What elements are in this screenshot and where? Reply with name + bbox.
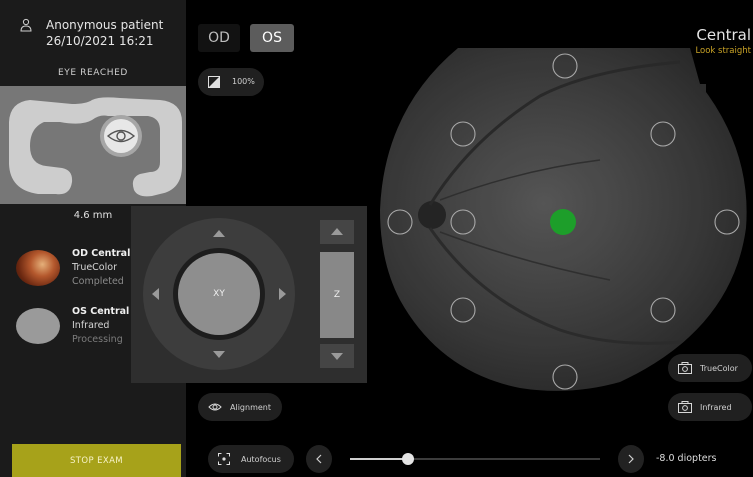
scan-thumbnail-od[interactable] <box>16 250 60 286</box>
scan-thumbnail-os[interactable] <box>16 308 60 344</box>
down-arrow-icon[interactable] <box>213 351 225 358</box>
focus-increase-button[interactable] <box>618 445 644 473</box>
camera-icon <box>678 362 692 374</box>
chevron-up-icon <box>331 228 343 235</box>
alignment-label: Alignment <box>230 403 271 412</box>
xy-knob[interactable]: XY <box>178 253 260 335</box>
alignment-diagram <box>0 86 186 204</box>
zoom-button[interactable]: 100% <box>198 68 264 96</box>
patient-info: Anonymous patient 26/10/2021 16:21 <box>0 12 186 52</box>
eye-icon <box>208 403 222 411</box>
zoom-level: 100% <box>232 77 255 86</box>
truecolor-label: TrueColor <box>700 364 738 373</box>
fixation-title: Central <box>696 26 751 44</box>
right-arrow-icon[interactable] <box>279 288 286 300</box>
camera-icon <box>678 401 692 413</box>
contrast-icon <box>208 76 220 88</box>
fundus-view <box>380 48 747 391</box>
chevron-left-icon <box>316 454 322 464</box>
stop-exam-button[interactable]: STOP EXAM <box>12 444 181 477</box>
scan-os-type: Infrared <box>72 320 110 331</box>
z-down-button[interactable] <box>320 344 354 368</box>
chevron-right-icon <box>628 454 634 464</box>
eye-status: EYE REACHED <box>58 68 128 78</box>
scan-od-label: OD Central <box>72 248 131 259</box>
infrared-label: Infrared <box>700 403 732 412</box>
user-icon <box>20 18 32 32</box>
focus-icon <box>218 453 230 465</box>
infrared-capture-button[interactable]: Infrared <box>668 393 752 421</box>
z-up-button[interactable] <box>320 220 354 244</box>
xy-joystick[interactable]: XY <box>143 218 295 370</box>
scan-od-type: TrueColor <box>72 262 117 273</box>
z-slider[interactable]: Z <box>320 252 354 338</box>
up-arrow-icon[interactable] <box>213 230 225 237</box>
scan-os-status: Processing <box>72 334 123 345</box>
left-arrow-icon[interactable] <box>152 288 159 300</box>
os-button[interactable]: OS <box>250 24 294 52</box>
scan-od-status: Completed <box>72 276 124 287</box>
diopter-readout: -8.0 diopters <box>656 453 717 464</box>
od-button[interactable]: OD <box>198 24 240 52</box>
patient-name: Anonymous patient <box>46 18 164 32</box>
focus-decrease-button[interactable] <box>306 445 332 473</box>
xy-ring: XY <box>173 248 265 340</box>
joystick-panel: XY Z <box>131 206 367 383</box>
chevron-down-icon <box>331 353 343 360</box>
autofocus-label: Autofocus <box>241 455 281 464</box>
alignment-button[interactable]: Alignment <box>198 393 282 421</box>
focus-slider-handle[interactable] <box>401 453 414 465</box>
fixation-target-active <box>550 209 576 235</box>
autofocus-button[interactable]: Autofocus <box>208 445 294 473</box>
scan-os-label: OS Central <box>72 306 130 317</box>
truecolor-capture-button[interactable]: TrueColor <box>668 354 752 382</box>
patient-datetime: 26/10/2021 16:21 <box>46 34 154 48</box>
focus-slider[interactable] <box>350 453 600 465</box>
focus-slider-fill <box>350 458 408 460</box>
fixation-hint: Look straight <box>695 46 751 56</box>
